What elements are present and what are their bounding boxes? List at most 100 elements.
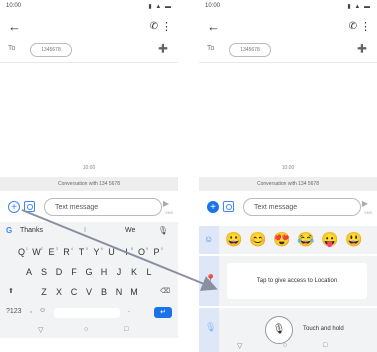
key-q[interactable]: Q1 (14, 244, 29, 260)
comma-key[interactable]: , (30, 307, 32, 314)
key-g[interactable]: G (82, 264, 97, 280)
nav-recent-icon[interactable]: □ (124, 326, 128, 333)
emoji-item[interactable]: 😂 (297, 231, 314, 247)
location-pin-icon: 📍 (205, 274, 217, 284)
nav-back-icon[interactable]: ▽ (38, 326, 43, 334)
emoji-item[interactable]: 😃 (345, 231, 362, 247)
send-sms-label: SMS (364, 211, 372, 215)
back-arrow-icon[interactable]: ← (207, 20, 220, 34)
recipient-chip[interactable]: 1345678 (229, 43, 271, 57)
key-w[interactable]: W2 (29, 244, 44, 260)
call-icon[interactable]: ✆ (349, 21, 357, 32)
suggestion-strip: G Thanks I We 🎙 (0, 224, 178, 238)
key-s[interactable]: S (37, 264, 52, 280)
nav-recent-icon[interactable]: □ (323, 342, 327, 349)
location-tab[interactable]: 📍 (199, 256, 219, 306)
toolbar: ← ✆ ⋮ (199, 18, 377, 40)
location-access-card[interactable]: Tap to give access to Location (227, 263, 367, 299)
key-f[interactable]: F (67, 264, 82, 280)
suggestion-item[interactable]: We (125, 227, 135, 234)
mic-tab-icon: 🎙 (205, 322, 217, 332)
gallery-icon[interactable] (223, 201, 234, 212)
key-t[interactable]: T5 (74, 244, 89, 260)
send-icon[interactable]: ▶ (160, 199, 172, 211)
mic-icon[interactable]: 🎙 (158, 226, 168, 235)
attach-plus-icon[interactable]: + (207, 201, 219, 213)
space-bar[interactable] (54, 308, 120, 318)
recipient-chip[interactable]: 1345678 (30, 43, 72, 57)
key-u[interactable]: U7 (104, 244, 119, 260)
nav-home-icon[interactable]: ○ (84, 326, 88, 333)
key-hint: 6 (100, 246, 103, 251)
key-j[interactable]: J (112, 264, 127, 280)
to-label: To (8, 45, 16, 52)
key-hint: 1 (25, 246, 28, 251)
add-contact-icon[interactable]: ➕ (158, 44, 168, 53)
backspace-icon[interactable]: ⌫ (160, 287, 170, 295)
key-p[interactable]: P0 (149, 244, 164, 260)
recipient-row: To 1345678 ➕ (199, 42, 377, 58)
text-message-input[interactable]: Text message (44, 198, 162, 216)
key-m[interactable]: M (127, 284, 142, 300)
text-message-input[interactable]: Text message (243, 198, 361, 216)
smiley-icon: ☺ (204, 234, 214, 244)
navigation-bar: ▽ ○ □ (199, 342, 377, 352)
toolbar: ← ✆ ⋮ (0, 18, 178, 40)
key-row-3: ⬆ ⌫ ZXCVBNM (0, 284, 178, 300)
suggestion-item[interactable]: I (84, 227, 86, 234)
key-c[interactable]: C (67, 284, 82, 300)
key-b[interactable]: B (97, 284, 112, 300)
period-key[interactable]: . (128, 307, 130, 314)
key-i[interactable]: I8 (119, 244, 134, 260)
record-mic-button[interactable]: 🎙 (265, 316, 293, 344)
key-a[interactable]: A (22, 264, 37, 280)
key-row-4: ?123 , ☺ . ↵ (0, 306, 178, 320)
emoji-strip: ☺ 😀 😊 😍 😂 😛 😃 (199, 226, 377, 254)
recipient-row: To 1345678 ➕ (0, 42, 178, 58)
key-e[interactable]: E3 (44, 244, 59, 260)
emoji-item[interactable]: 😀 (225, 231, 242, 247)
add-contact-icon[interactable]: ➕ (357, 44, 367, 53)
more-options-icon[interactable]: ⋮ (360, 20, 371, 33)
navigation-bar: ▽ ○ □ (0, 326, 178, 338)
nav-back-icon[interactable]: ▽ (237, 342, 242, 350)
shift-icon[interactable]: ⬆ (8, 287, 14, 295)
key-d[interactable]: D (52, 264, 67, 280)
emoji-tab[interactable]: ☺ (199, 226, 219, 254)
nav-home-icon[interactable]: ○ (283, 342, 287, 349)
key-k[interactable]: K (127, 264, 142, 280)
emoji-item[interactable]: 😊 (249, 231, 266, 247)
emoji-item[interactable]: 😍 (273, 231, 290, 247)
emoji-key-icon[interactable]: ☺ (39, 307, 46, 314)
key-v[interactable]: V (82, 284, 97, 300)
key-hint: 7 (115, 246, 118, 251)
back-arrow-icon[interactable]: ← (8, 20, 21, 34)
key-hint: 0 (160, 246, 163, 251)
key-n[interactable]: N (112, 284, 127, 300)
send-icon[interactable]: ▶ (359, 199, 371, 211)
symbols-key[interactable]: ?123 (6, 308, 22, 315)
touch-and-hold-label: Touch and hold (303, 326, 344, 332)
key-row-2: ASDFGHJKL (0, 264, 178, 280)
attach-plus-icon[interactable]: + (8, 201, 20, 213)
key-o[interactable]: O9 (134, 244, 149, 260)
key-hint: 2 (40, 246, 43, 251)
suggestion-item[interactable]: Thanks (20, 227, 43, 234)
key-x[interactable]: X (52, 284, 67, 300)
call-icon[interactable]: ✆ (150, 21, 158, 32)
keyboard: G Thanks I We 🎙 Q1W2E3R4T5Y6U7I8O9P0 ASD… (0, 222, 178, 338)
emoji-item[interactable]: 😛 (321, 231, 338, 247)
conversation-label: Conversation with 134 5678 (199, 177, 377, 191)
google-g-icon[interactable]: G (6, 226, 12, 235)
key-hint: 8 (130, 246, 133, 251)
key-hint: 5 (85, 246, 88, 251)
key-z[interactable]: Z (37, 284, 52, 300)
enter-key[interactable]: ↵ (154, 307, 172, 318)
gallery-icon[interactable] (24, 201, 35, 212)
status-time: 10:00 (205, 3, 221, 9)
key-l[interactable]: L (142, 264, 157, 280)
key-h[interactable]: H (97, 264, 112, 280)
key-y[interactable]: Y6 (89, 244, 104, 260)
more-options-icon[interactable]: ⋮ (161, 20, 172, 33)
key-r[interactable]: R4 (59, 244, 74, 260)
